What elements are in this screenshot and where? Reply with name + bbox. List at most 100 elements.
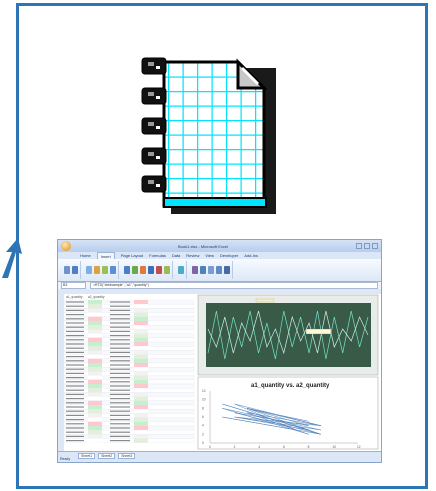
cell-a2 xyxy=(134,358,148,363)
cell-timestamp xyxy=(110,314,130,316)
cell-timestamp xyxy=(66,410,84,412)
status-text: Ready xyxy=(60,457,71,461)
y-tick-label: 12 xyxy=(202,389,206,393)
cell-timestamp xyxy=(66,356,84,358)
formula-input[interactable]: =RTD("xlrtdsample",,"a1","quantity") xyxy=(90,282,378,289)
cell-timestamp xyxy=(110,330,130,332)
cell-a1 xyxy=(88,405,102,410)
status-bar: Ready Sheet1 Sheet2 Sheet3 xyxy=(58,451,381,462)
cell-a2 xyxy=(134,434,148,439)
cell-timestamp xyxy=(66,339,84,341)
tab-insert[interactable]: Insert xyxy=(96,252,115,259)
cell-a2 xyxy=(134,438,148,443)
cell-a1 xyxy=(88,426,102,431)
excel-screenshot: Book1.xlsx - Microsoft Excel Home Insert… xyxy=(57,239,382,463)
cell-a1 xyxy=(88,354,102,359)
cell-a1 xyxy=(88,321,102,326)
cell-a1 xyxy=(88,434,102,439)
ribbon-group-text[interactable] xyxy=(190,261,233,279)
cell-a2 xyxy=(134,371,148,376)
cell-a1 xyxy=(88,417,102,422)
cell-a1 xyxy=(88,325,102,330)
cell-a2 xyxy=(134,421,148,426)
cell-timestamp xyxy=(110,398,130,400)
x-tick-label: 8 xyxy=(308,445,310,449)
cell-a2 xyxy=(134,426,148,431)
cell-timestamp xyxy=(66,335,84,337)
cell-a1 xyxy=(88,342,102,347)
cell-timestamp xyxy=(66,440,84,442)
cell-a2 xyxy=(134,363,148,368)
cell-timestamp xyxy=(66,301,84,303)
sheet-tab-2[interactable]: Sheet2 xyxy=(98,453,116,459)
name-box[interactable]: B3 xyxy=(61,282,86,289)
tab-review[interactable]: Review xyxy=(186,252,199,259)
cell-a1 xyxy=(88,430,102,435)
cell-timestamp xyxy=(110,377,130,379)
office-button-icon[interactable] xyxy=(61,241,71,251)
cell-timestamp xyxy=(66,314,84,316)
cell-a2 xyxy=(134,379,148,384)
sheet-tab-1[interactable]: Sheet1 xyxy=(78,453,96,459)
cell-a2 xyxy=(134,405,148,410)
tab-view[interactable]: View xyxy=(205,252,214,259)
cell-a1 xyxy=(88,333,102,338)
tab-add-ins[interactable]: Add-Ins xyxy=(244,252,258,259)
cell-timestamp xyxy=(110,339,130,341)
cell-timestamp xyxy=(110,427,130,429)
tab-data[interactable]: Data xyxy=(172,252,180,259)
cell-a1 xyxy=(88,413,102,418)
tab-developer[interactable]: Developer xyxy=(220,252,238,259)
line-chart-upper xyxy=(197,294,379,376)
cell-a1 xyxy=(88,363,102,368)
cell-a2 xyxy=(134,346,148,351)
cell-a1 xyxy=(88,316,102,321)
cell-timestamp xyxy=(66,389,84,391)
cell-timestamp xyxy=(110,389,130,391)
cell-timestamp xyxy=(66,377,84,379)
cell-a1 xyxy=(88,396,102,401)
x-tick-label: 4 xyxy=(258,445,260,449)
cell-timestamp xyxy=(110,435,130,437)
cell-a1 xyxy=(88,400,102,405)
cell-timestamp xyxy=(66,343,84,345)
window-controls[interactable] xyxy=(356,243,378,249)
tab-formulas[interactable]: Formulas xyxy=(149,252,166,259)
cell-a2 xyxy=(134,342,148,347)
cell-timestamp xyxy=(110,393,130,395)
cell-timestamp xyxy=(66,414,84,416)
cell-timestamp xyxy=(66,406,84,408)
cell-a2 xyxy=(134,396,148,401)
tab-home[interactable]: Home xyxy=(80,252,91,259)
cell-a2 xyxy=(134,350,148,355)
cell-a2 xyxy=(134,304,148,309)
cell-timestamp xyxy=(66,381,84,383)
ribbon-group-links[interactable] xyxy=(176,261,187,279)
cell-a1 xyxy=(88,304,102,309)
notebook-icon xyxy=(141,57,276,214)
cell-timestamp xyxy=(66,318,84,320)
cell-timestamp xyxy=(110,301,130,303)
cell-timestamp xyxy=(66,330,84,332)
cell-a2 xyxy=(134,417,148,422)
cell-timestamp xyxy=(66,364,84,366)
ribbon-group-charts[interactable] xyxy=(122,261,173,279)
worksheet-grid: a1_quantity a2_quantity a1_quantity vs. … xyxy=(58,289,381,452)
tab-page-layout[interactable]: Page Layout xyxy=(121,252,143,259)
ribbon-group-illustrations[interactable] xyxy=(84,261,119,279)
cell-a2 xyxy=(134,384,148,389)
cell-a1 xyxy=(88,384,102,389)
cell-a2 xyxy=(134,325,148,330)
cell-timestamp xyxy=(110,318,130,320)
cell-timestamp xyxy=(66,347,84,349)
cell-a1 xyxy=(88,379,102,384)
cell-a2 xyxy=(134,413,148,418)
cell-a1 xyxy=(88,312,102,317)
pointer-arrow-icon xyxy=(2,238,22,278)
ribbon-group-tables[interactable] xyxy=(62,261,81,279)
cell-a2 xyxy=(134,321,148,326)
y-tick-label: 4 xyxy=(202,424,204,428)
cell-a2 xyxy=(134,400,148,405)
cell-timestamp xyxy=(110,414,130,416)
sheet-tab-3[interactable]: Sheet3 xyxy=(118,453,136,459)
